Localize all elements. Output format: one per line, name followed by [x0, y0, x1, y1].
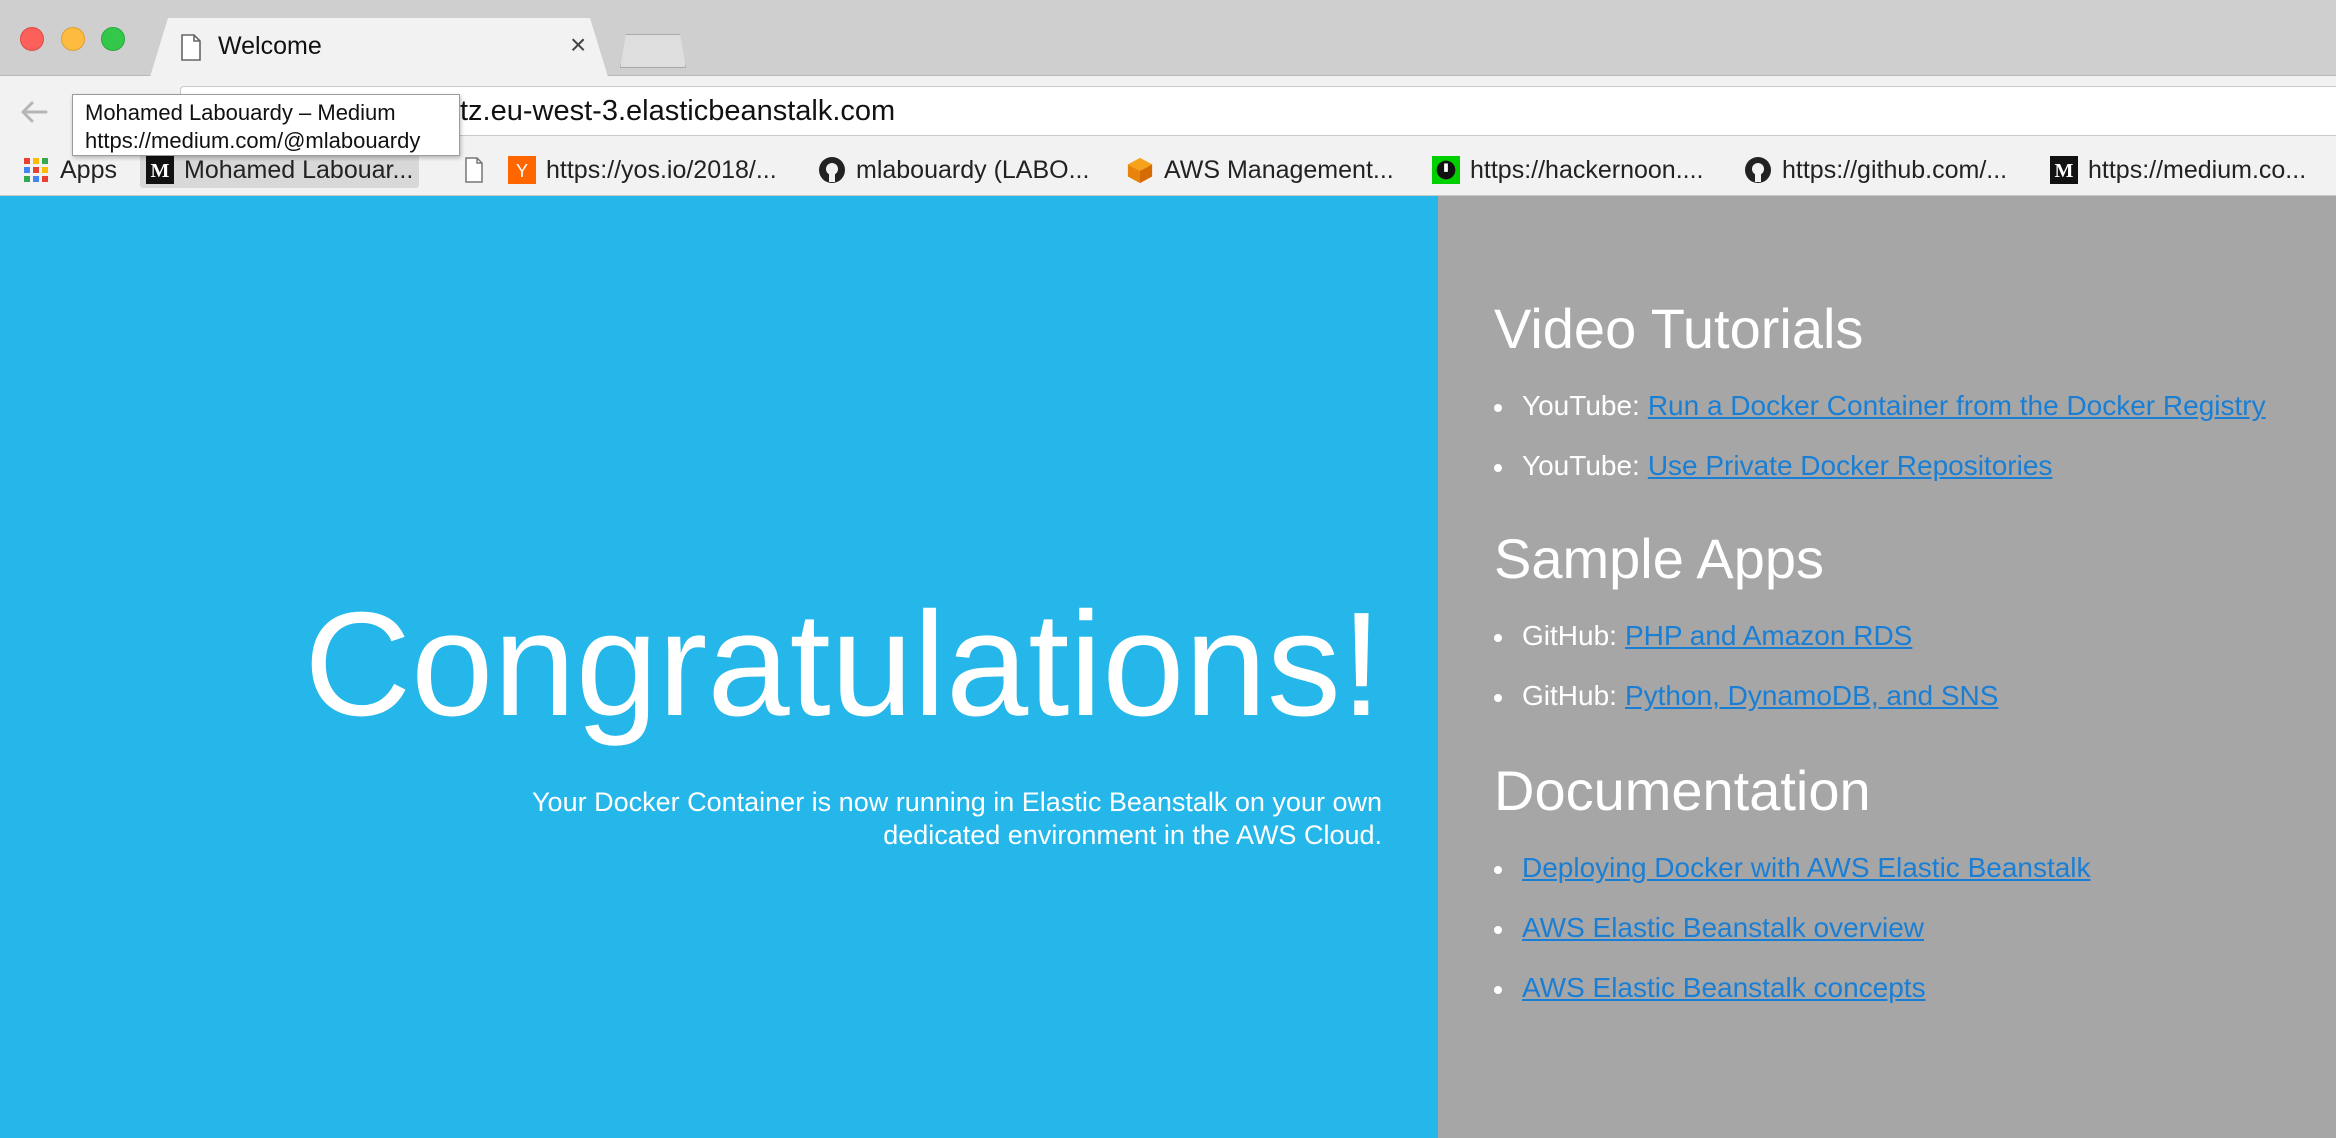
github-icon: [1744, 156, 1772, 184]
bookmark-apps[interactable]: Apps: [22, 152, 117, 188]
video-tutorials-heading: Video Tutorials: [1494, 297, 1864, 360]
sample-apps-heading: Sample Apps: [1494, 527, 1824, 590]
tab-title: Welcome: [218, 32, 322, 60]
tab-strip: Welcome ×: [0, 0, 2336, 77]
address-bar-url: tz.eu-west-3.elasticbeanstalk.com: [460, 95, 896, 127]
item-prefix: YouTube:: [1522, 450, 1640, 481]
bookmark-label: https://hackernoon....: [1470, 155, 1704, 184]
bookmark-github-profile[interactable]: mlabouardy (LABO...: [818, 152, 1089, 188]
item-prefix: YouTube:: [1522, 390, 1640, 421]
bullet: [1494, 694, 1502, 702]
hero-description: Your Docker Container is now running in …: [532, 787, 1382, 850]
svg-text:M: M: [2055, 160, 2074, 182]
tooltip-url: https://medium.com/@mlabouardy: [85, 128, 421, 153]
bookmark-medium-article[interactable]: M https://medium.co...: [2050, 152, 2306, 188]
github-icon: [818, 156, 846, 184]
documentation-heading: Documentation: [1494, 759, 1871, 822]
doc-link-overview[interactable]: AWS Elastic Beanstalk overview: [1522, 912, 1924, 944]
zoom-window-button[interactable]: [101, 27, 125, 51]
doc-link-concepts[interactable]: AWS Elastic Beanstalk concepts: [1522, 972, 1926, 1004]
list-item: YouTube: Run a Docker Container from the…: [1494, 390, 2266, 422]
hackernoon-icon: [1432, 156, 1460, 184]
bookmark-label: AWS Management...: [1164, 155, 1394, 184]
bookmark-label: https://yos.io/2018/...: [546, 155, 777, 184]
list-item: YouTube: Use Private Docker Repositories: [1494, 450, 2053, 482]
svg-text:M: M: [151, 160, 170, 182]
video-link-private-repos[interactable]: Use Private Docker Repositories: [1648, 450, 2053, 482]
item-prefix: GitHub:: [1522, 680, 1617, 711]
bullet: [1494, 866, 1502, 874]
video-link-docker-registry[interactable]: Run a Docker Container from the Docker R…: [1648, 390, 2266, 422]
list-item: AWS Elastic Beanstalk concepts: [1494, 972, 1926, 1004]
bookmark-label: Mohamed Labouar...: [184, 155, 414, 184]
page-content: Congratulations! Your Docker Container i…: [0, 196, 2336, 1138]
bookmark-label: https://github.com/...: [1782, 155, 2008, 184]
bullet: [1494, 464, 1502, 472]
medium-icon: M: [146, 156, 174, 184]
bookmark-aws-console[interactable]: AWS Management...: [1126, 152, 1394, 188]
svg-text:Y: Y: [516, 161, 528, 181]
page-icon: [460, 156, 488, 184]
bookmark-yos[interactable]: Y https://yos.io/2018/...: [508, 152, 777, 188]
bullet: [1494, 634, 1502, 642]
resources-sidebar: Video Tutorials YouTube: Run a Docker Co…: [1438, 196, 2336, 1138]
hero-panel: Congratulations! Your Docker Container i…: [0, 196, 1438, 1138]
list-item: GitHub: Python, DynamoDB, and SNS: [1494, 680, 1999, 712]
bullet: [1494, 926, 1502, 934]
bookmark-label: Apps: [60, 155, 117, 184]
bullet: [1494, 404, 1502, 412]
tab-close-icon[interactable]: ×: [570, 31, 586, 59]
list-item: AWS Elastic Beanstalk overview: [1494, 912, 1924, 944]
tooltip-title: Mohamed Labouardy – Medium: [85, 100, 396, 125]
tab-welcome[interactable]: Welcome ×: [150, 18, 608, 77]
back-arrow-icon[interactable]: [18, 96, 50, 128]
bookmark-blank-page[interactable]: [460, 152, 498, 188]
minimize-window-button[interactable]: [61, 27, 85, 51]
new-tab-button[interactable]: [620, 34, 686, 68]
bookmark-medium-profile[interactable]: M Mohamed Labouar...: [140, 152, 420, 188]
close-window-button[interactable]: [20, 27, 44, 51]
item-prefix: GitHub:: [1522, 620, 1617, 651]
hackernews-icon: Y: [508, 156, 536, 184]
bookmark-label: mlabouardy (LABO...: [856, 155, 1090, 184]
aws-cube-icon: [1126, 156, 1154, 184]
page-icon: [181, 34, 201, 61]
list-item: Deploying Docker with AWS Elastic Beanst…: [1494, 852, 2091, 884]
bookmark-label: https://medium.co...: [2088, 155, 2307, 184]
medium-icon: M: [2050, 156, 2078, 184]
bookmark-hackernoon[interactable]: https://hackernoon....: [1432, 152, 1703, 188]
hero-title: Congratulations!: [304, 582, 1382, 747]
list-item: GitHub: PHP and Amazon RDS: [1494, 620, 1912, 652]
bullet: [1494, 986, 1502, 994]
sample-link-python-dynamodb[interactable]: Python, DynamoDB, and SNS: [1625, 680, 1999, 712]
doc-link-deploying-docker[interactable]: Deploying Docker with AWS Elastic Beanst…: [1522, 852, 2091, 884]
apps-grid-icon: [22, 156, 50, 184]
sample-link-php-rds[interactable]: PHP and Amazon RDS: [1625, 620, 1912, 652]
bookmark-github-repo[interactable]: https://github.com/...: [1744, 152, 2007, 188]
bookmark-tooltip: Mohamed Labouardy – Medium https://mediu…: [72, 94, 460, 156]
